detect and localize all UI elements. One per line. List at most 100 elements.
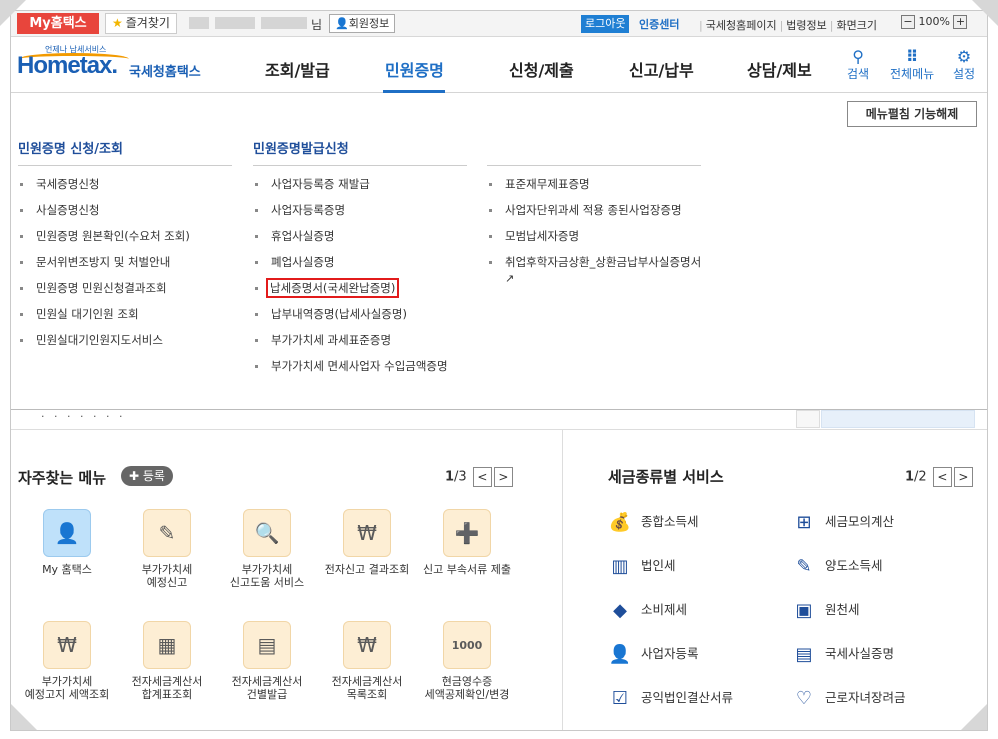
service-earned-income-credit[interactable]: ♡ 근로자녀장려금 [791,687,906,709]
page-current: 1 [905,469,915,485]
cert-center-link[interactable]: 인증센터 [639,16,679,32]
service-global-income-tax[interactable]: 💰 종합소득세 [607,511,699,533]
top-utility-bar: My홈택스 ★ 즐겨찾기 님 👤회원정보 로그아웃 인증센터 | 국세청홈페이지 | 법… [11,11,987,37]
fav-tile-vat-help[interactable]: 🔍 부가가치세 신고도움 서비스 [217,509,317,589]
user-icon: 👤 [43,509,91,557]
fav-tile-efiling-result[interactable]: ₩ 전자신고 결과조회 [317,509,417,576]
menu-item[interactable]: 모범납세자증명 [487,228,702,254]
fav-tile-attach-docs[interactable]: ➕ 신고 부속서류 제출 [417,509,517,576]
highlighted-menu-label[interactable]: 납세증명서(국세완납증명) [266,278,400,298]
menu-item[interactable]: 부가가치세 면세사업자 수입금액증명 [253,358,483,384]
service-withholding-tax[interactable]: ▣ 원천세 [791,599,859,621]
page-current: 1 [445,469,455,485]
logout-button[interactable]: 로그아웃 [581,15,630,33]
menu-item[interactable]: 납부내역증명(납세사실증명) [253,306,483,332]
fav-tile-einvoice-summary[interactable]: ▦ 전자세금계산서 합계표조회 [117,621,217,701]
service-label: 종합소득세 [641,514,699,529]
next-page-button[interactable]: > [953,467,973,487]
menu-item[interactable]: 민원증명 민원신청결과조회 [18,280,248,306]
search-button[interactable]: ⚲ 검색 [847,47,869,82]
col2-menu-list: 사업자등록증 재발급 사업자등록증명 휴업사실증명 폐업사실증명 납세증명서(국… [253,176,483,384]
document-icon: ▤ [795,644,813,665]
menu-item[interactable]: 사업자등록증 재발급 [253,176,483,202]
menu-item[interactable]: 휴업사실증명 [253,228,483,254]
nts-homepage-link[interactable]: 국세청홈페이지 [703,19,780,32]
zoom-control: − 100% + [901,15,968,29]
zoom-out-button[interactable]: − [901,15,915,29]
register-button[interactable]: ✚ 등록 [121,466,173,486]
won-search-icon: ₩ [343,509,391,557]
nav-consult-report[interactable]: 상담/제보 [747,57,812,81]
nav-inquiry-issue[interactable]: 조회/발급 [265,57,330,81]
services-pager: 1/2 < > [905,467,973,487]
menu-item-tax-payment-certificate[interactable]: 납세증명서(국세완납증명) [253,278,483,306]
service-business-registration[interactable]: 👤 사업자등록 [607,643,699,665]
diamond-icon: ◆ [613,600,627,621]
menu-item[interactable]: 민원실 대기인원 조회 [18,306,248,332]
col2-heading[interactable]: 민원증명발급신청 [253,138,349,157]
col1-menu-list: 국세증명신청 사실증명신청 민원증명 원본확인(수요처 조회) 문서위변조방지 … [18,176,248,358]
service-consumption-taxes[interactable]: ◆ 소비제세 [607,599,687,621]
fav-tile-vat-notice[interactable]: ₩ 부가가치세 예정고지 세액조회 [17,621,117,701]
col1-heading[interactable]: 민원증명 신청/조회 [18,138,123,157]
masked-name [261,17,307,29]
masked-name [215,17,255,29]
all-menu-button[interactable]: ⠿ 전체메뉴 [890,47,934,82]
service-label: 근로자녀장려금 [825,690,906,705]
member-info-button[interactable]: 👤회원정보 [329,14,396,33]
obscured-box [821,410,975,428]
menu-expand-toggle-button[interactable]: 메뉴펼침 기능해제 [847,101,977,127]
menu-item[interactable]: 폐업사실증명 [253,254,483,280]
fav-tile-myhometax[interactable]: 👤 My 홈택스 [17,509,117,576]
tile-label: 부가가치세 [41,675,93,688]
service-public-interest-docs[interactable]: ☑ 공익법인결산서류 [607,687,733,709]
prev-page-button[interactable]: < [472,467,492,487]
service-capital-gains-tax[interactable]: ✎ 양도소득세 [791,555,882,577]
menu-item[interactable]: 사실증명신청 [18,202,248,228]
menu-item[interactable]: 민원증명 원본확인(수요처 조회) [18,228,248,254]
all-menu-label: 전체메뉴 [890,67,935,81]
building-icon: ▥ [611,556,629,577]
menu-item[interactable]: 사업자등록증명 [253,202,483,228]
register-label: 등록 [142,469,165,483]
menu-item[interactable]: 부가가치세 과세표준증명 [253,332,483,358]
divider [253,165,467,166]
settings-button[interactable]: ⚙ 설정 [953,47,975,82]
tile-label: 부가가치세 [141,563,193,576]
nav-civil-certificate[interactable]: 민원증명 [385,57,444,81]
favorites-button[interactable]: ★ 즐겨찾기 [105,13,177,34]
myhome-button[interactable]: My홈택스 [17,13,99,34]
prev-page-button[interactable]: < [932,467,952,487]
fav-tile-einvoice-list[interactable]: ₩ 전자세금계산서 목록조회 [317,621,417,701]
service-tax-simulation[interactable]: ⊞ 세금모의계산 [791,511,894,533]
service-corporate-tax[interactable]: ▥ 법인세 [607,555,675,577]
divider [18,165,232,166]
frame-corner [972,0,998,26]
menu-item[interactable]: 사업자단위과세 적용 종된사업장증명 [487,202,702,228]
site-header: 언제나 납세서비스 Hometax. 국세청홈택스 조회/발급 민원증명 신청/… [11,38,987,93]
menu-item[interactable]: 표준재무제표증명 [487,176,702,202]
won-search-icon: ₩ [343,621,391,669]
tile-label: 현금영수증 [441,675,493,688]
fav-tile-einvoice-issue[interactable]: ▤ 전자세금계산서 건별발급 [217,621,317,701]
service-tax-fact-certificate[interactable]: ▤ 국세사실증명 [791,643,894,665]
next-page-button[interactable]: > [493,467,513,487]
tile-label: 신고 부속서류 제출 [423,563,511,576]
nav-apply-submit[interactable]: 신청/제출 [509,57,574,81]
salary-doc-icon: ▣ [795,600,813,621]
favorites-label: 즐겨찾기 [125,16,170,30]
menu-item[interactable]: 국세증명신청 [18,176,248,202]
menu-item[interactable]: 민원실대기인원지도서비스 [18,332,248,358]
law-info-link[interactable]: 법령정보 [783,19,829,32]
fav-tile-cash-receipt[interactable]: 1000 현금영수증 세액공제확인/변경 [417,621,517,701]
menu-item-student-loan[interactable]: 취업후학자금상환_상환금납부사실증명서 ↗ [487,254,702,294]
nav-report-pay[interactable]: 신고/납부 [629,57,694,81]
star-icon: ★ [112,16,123,30]
tile-label: 건별발급 [246,688,288,701]
hometax-logo[interactable]: 언제나 납세서비스 Hometax. 국세청홈택스 [17,44,207,86]
menu-item[interactable]: 문서위변조방지 및 처벌안내 [18,254,248,280]
fav-tile-vat-preliminary[interactable]: ✎ 부가가치세 예정신고 [117,509,217,589]
zoom-in-button[interactable]: + [953,15,968,29]
document-edit-icon: ✎ [796,556,812,577]
service-label: 소비제세 [641,602,688,617]
